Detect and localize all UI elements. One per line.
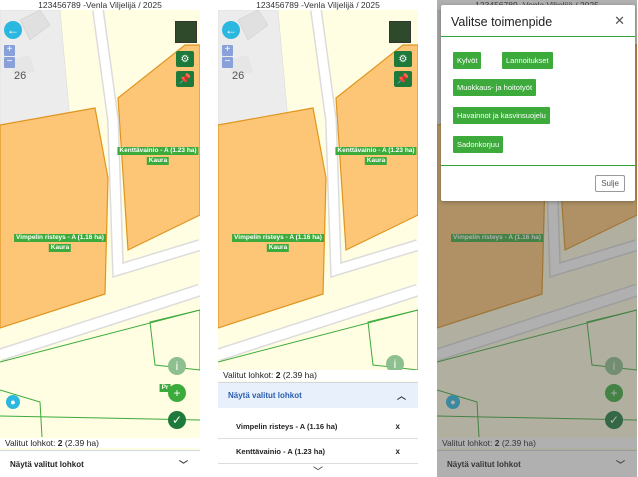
pin-icon: 📌 <box>396 73 410 85</box>
selected-field-name: Vimpelin risteys - A (1.16 ha) <box>236 422 338 431</box>
selected-field-name: Kenttävainio - A (1.23 ha) <box>236 447 326 456</box>
show-selected-label: Näytä valitut lohkot <box>10 459 84 469</box>
app-header: 123456789 -Venla Viljelijä / 2025 <box>0 0 200 10</box>
zoom-in-button[interactable]: + <box>222 45 233 56</box>
list-item: Vimpelin risteys - A (1.16 ha) x <box>218 415 418 439</box>
action-havainnot-button[interactable]: Havainnot ja kasvinsuojelu <box>453 107 550 124</box>
plus-icon: + <box>6 44 13 55</box>
show-selected-label: Näytä valitut lohkot <box>228 391 302 400</box>
add-button[interactable]: + <box>168 384 186 402</box>
arrow-left-icon: ← <box>225 23 237 37</box>
close-button[interactable]: Sulje <box>595 175 625 192</box>
field-label-kenttavainio: Kenttävainio - A (1.23 ha) <box>117 147 199 155</box>
selection-area: (2.39 ha) <box>64 438 99 448</box>
layer-thumbnail-icon[interactable] <box>389 21 411 43</box>
selection-label: Valitut lohkot: <box>223 370 274 380</box>
action-kylvot-button[interactable]: Kylvöt <box>453 52 482 69</box>
map-canvas[interactable] <box>218 10 418 370</box>
gear-icon: ⚙ <box>180 53 190 65</box>
house-number: 26 <box>232 70 245 82</box>
zoom-out-button[interactable]: − <box>4 57 15 68</box>
plus-icon: + <box>173 386 181 400</box>
list-item: Kenttävainio - A (1.23 ha) x <box>218 440 418 464</box>
show-selected-toggle[interactable]: Näytä valitut lohkot ︿ <box>218 382 418 408</box>
info-button[interactable]: i <box>168 357 186 375</box>
location-button[interactable]: ● <box>6 395 20 409</box>
arrow-left-icon: ← <box>7 23 19 37</box>
gear-icon: ⚙ <box>398 53 408 65</box>
field-label-vimpelin: Vimpelin risteys - A (1.16 ha) <box>14 234 106 242</box>
settings-button[interactable]: ⚙ <box>176 51 194 67</box>
minus-icon: − <box>6 56 13 67</box>
layer-thumbnail-icon[interactable] <box>175 21 197 43</box>
selection-summary: Valitut lohkot: 2 (2.39 ha) <box>218 370 418 381</box>
zoom-out-button[interactable]: − <box>222 57 233 68</box>
field-label-vimpelin: Vimpelin risteys - A (1.16 ha) <box>232 234 324 242</box>
pin-button[interactable]: 📌 <box>176 71 194 87</box>
selection-label: Valitut lohkot: <box>5 438 56 448</box>
field-crop-vimpelin: Kaura <box>266 244 290 252</box>
close-icon[interactable]: ✕ <box>614 13 625 29</box>
chevron-down-icon: ﹀ <box>178 459 188 470</box>
selection-area: (2.39 ha) <box>282 370 317 380</box>
field-label-kenttavainio: Kenttävainio - A (1.23 ha) <box>335 147 417 155</box>
confirm-button[interactable]: ✓ <box>168 411 186 429</box>
location-pin-icon: ● <box>10 396 16 407</box>
remove-field-button[interactable]: x <box>396 447 400 456</box>
screen-selected-list: 123456789 -Venla Viljelijä / 2025 ← + − … <box>218 0 418 477</box>
divider <box>441 165 635 166</box>
minus-icon: − <box>224 56 231 67</box>
info-icon: i <box>393 357 397 371</box>
chevron-up-icon: ︿ <box>396 391 406 401</box>
field-crop-kenttavainio: Kaura <box>364 157 388 165</box>
remove-field-button[interactable]: x <box>396 422 400 431</box>
selection-count: 2 <box>57 438 63 448</box>
show-selected-toggle[interactable]: Näytä valitut lohkot ﹀ <box>0 450 200 477</box>
app-header: 123456789 -Venla Viljelijä / 2025 <box>218 0 418 10</box>
pin-button[interactable]: 📌 <box>394 71 412 87</box>
selection-count: 2 <box>275 370 281 380</box>
action-dialog: Valitse toimenpide ✕ Kylvöt Lannoitukset… <box>441 5 635 201</box>
pin-icon: 📌 <box>178 73 192 85</box>
house-number: 26 <box>14 70 27 82</box>
screen-action-dialog: 123456789 -Venla Viljelijä / 2025 Vimpel… <box>437 0 637 477</box>
settings-button[interactable]: ⚙ <box>394 51 412 67</box>
scroll-down-icon[interactable]: ﹀ <box>313 463 323 477</box>
back-button[interactable]: ← <box>222 21 240 39</box>
action-sadonkorjuu-button[interactable]: Sadonkorjuu <box>453 136 504 153</box>
selection-summary: Valitut lohkot: 2 (2.39 ha) <box>0 438 200 448</box>
divider <box>441 36 635 37</box>
screen-map-selected: 123456789 -Venla Viljelijä / 2025 ← + − … <box>0 0 200 477</box>
zoom-in-button[interactable]: + <box>4 45 15 56</box>
action-muokkaus-button[interactable]: Muokkaus- ja hoitotyöt <box>453 79 537 96</box>
field-crop-kenttavainio: Kaura <box>146 157 170 165</box>
info-icon: i <box>175 359 179 373</box>
back-button[interactable]: ← <box>4 21 22 39</box>
plus-icon: + <box>224 44 231 55</box>
map-canvas[interactable] <box>0 10 200 437</box>
action-lannoitukset-button[interactable]: Lannoitukset <box>502 52 553 69</box>
check-icon: ✓ <box>171 413 183 427</box>
dialog-title: Valitse toimenpide <box>451 15 553 29</box>
field-crop-vimpelin: Kaura <box>48 244 72 252</box>
